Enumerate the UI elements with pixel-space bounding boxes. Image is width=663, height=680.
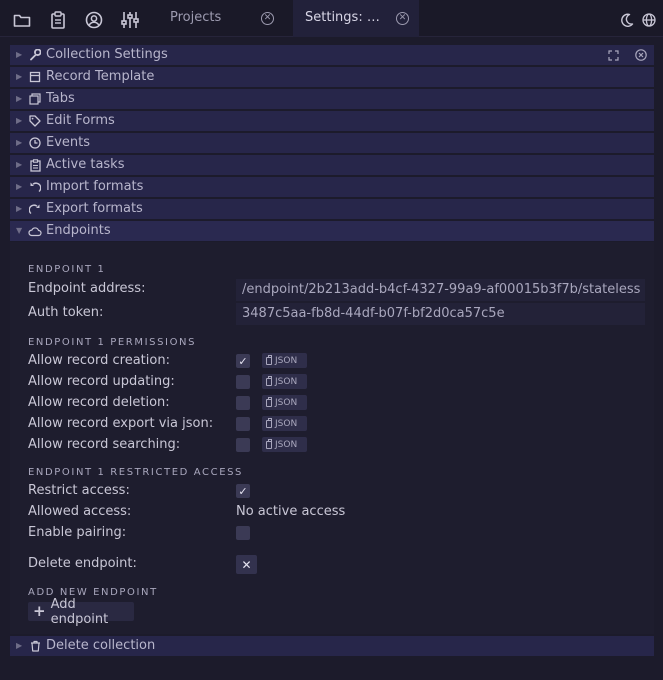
json-button-label: JSON (275, 418, 298, 429)
json-button[interactable]: JSON (262, 353, 307, 368)
section-tabs[interactable]: ▶ Tabs (10, 89, 654, 109)
tag-icon (28, 113, 42, 129)
expand-arrow-icon: ▶ (16, 641, 23, 650)
section-label: Export formats (46, 201, 143, 216)
account-icon[interactable] (85, 11, 103, 29)
tab-projects[interactable]: Projects ✕ (160, 0, 286, 37)
tab-label: Settings: … (305, 10, 380, 25)
section-label: Record Template (46, 69, 155, 84)
expand-arrow-icon: ▶ (16, 160, 23, 169)
cloud-icon (28, 223, 42, 239)
restrict-access-checkbox[interactable]: ✓ (236, 484, 250, 498)
delete-endpoint-label: Delete endpoint: (28, 556, 137, 571)
trash-icon (28, 638, 42, 654)
clipboard-icon (266, 417, 272, 428)
template-icon (28, 69, 42, 85)
json-button-label: JSON (275, 355, 298, 366)
endpoint-address-label: Endpoint address: (28, 281, 146, 296)
permission-label: Allow record updating: (28, 374, 175, 389)
permission-label: Allow record export via json: (28, 416, 214, 431)
json-button[interactable]: JSON (262, 437, 307, 452)
json-button[interactable]: JSON (262, 374, 307, 389)
clipboard-icon[interactable] (49, 11, 67, 29)
allowed-access-label: Allowed access: (28, 504, 132, 519)
restrict-access-label: Restrict access: (28, 483, 130, 498)
permission-checkbox[interactable] (236, 438, 250, 452)
section-import-formats[interactable]: ▶ Import formats (10, 177, 654, 197)
close-icon[interactable] (634, 48, 648, 62)
clipboard-icon (266, 354, 272, 365)
permission-label: Allow record searching: (28, 437, 181, 452)
fullscreen-icon[interactable] (606, 48, 620, 62)
section-label: Delete collection (46, 638, 156, 653)
permission-checkbox[interactable] (236, 375, 250, 389)
endpoint-heading: ENDPOINT 1 (28, 264, 106, 275)
add-endpoint-button[interactable]: + Add endpoint (28, 597, 134, 627)
json-button-label: JSON (275, 397, 298, 408)
permissions-heading: ENDPOINT 1 PERMISSIONS (28, 337, 197, 348)
section-label: Active tasks (46, 157, 125, 172)
permission-checkbox[interactable] (236, 417, 250, 431)
folder-icon[interactable] (13, 11, 31, 29)
clock-icon (28, 135, 42, 151)
expand-arrow-icon: ▶ (16, 50, 23, 59)
clipboard-icon (266, 375, 272, 386)
section-events[interactable]: ▶ Events (10, 133, 654, 153)
clipboard-icon (266, 396, 272, 407)
close-icon[interactable]: ✕ (261, 12, 274, 25)
enable-pairing-label: Enable pairing: (28, 525, 127, 540)
globe-icon[interactable] (640, 11, 658, 29)
expand-arrow-icon: ▶ (16, 72, 23, 81)
plus-icon: + (33, 602, 46, 620)
section-label: Import formats (46, 179, 144, 194)
tab-settings[interactable]: Settings: … ✕ (293, 0, 419, 37)
sliders-icon[interactable] (121, 11, 139, 29)
moon-icon[interactable] (618, 11, 636, 29)
close-icon[interactable]: ✕ (396, 12, 409, 25)
section-label: Events (46, 135, 91, 150)
section-label: Edit Forms (46, 113, 115, 128)
section-edit-forms[interactable]: ▶ Edit Forms (10, 111, 654, 131)
json-button[interactable]: JSON (262, 395, 307, 410)
permission-label: Allow record deletion: (28, 395, 170, 410)
permission-checkbox[interactable] (236, 396, 250, 410)
top-bar: Projects ✕ Settings: … ✕ (0, 0, 663, 37)
section-label: Tabs (46, 91, 75, 106)
clipboard-icon (28, 157, 42, 173)
json-button[interactable]: JSON (262, 416, 307, 431)
section-delete-collection[interactable]: ▶ Delete collection (10, 636, 654, 656)
section-record-template[interactable]: ▶ Record Template (10, 67, 654, 87)
endpoint-address-field[interactable]: /endpoint/2b213add-b4cf-4327-99a9-af0001… (236, 279, 645, 301)
section-endpoints[interactable]: ▼ Endpoints (10, 221, 654, 241)
tab-label: Projects (170, 10, 222, 25)
expand-arrow-icon: ▶ (16, 116, 23, 125)
auth-token-label: Auth token: (28, 305, 104, 320)
import-icon (28, 179, 42, 195)
collapse-arrow-icon: ▼ (16, 226, 23, 235)
permission-label: Allow record creation: (28, 353, 170, 368)
auth-token-field[interactable]: 3487c5aa-fb8d-44df-b07f-bf2d0ca57c5e (236, 303, 645, 325)
tabs-icon (28, 91, 42, 107)
add-endpoint-label: Add endpoint (50, 596, 109, 627)
section-active-tasks[interactable]: ▶ Active tasks (10, 155, 654, 175)
permission-checkbox[interactable]: ✓ (236, 354, 250, 368)
section-label: Collection Settings (46, 47, 168, 62)
section-collection-settings[interactable]: ▶ Collection Settings (10, 45, 654, 65)
enable-pairing-checkbox[interactable] (236, 526, 250, 540)
wrench-icon (28, 47, 42, 63)
section-export-formats[interactable]: ▶ Export formats (10, 199, 654, 219)
section-label: Endpoints (46, 223, 111, 238)
expand-arrow-icon: ▶ (16, 94, 23, 103)
json-button-label: JSON (275, 376, 298, 387)
restricted-access-heading: ENDPOINT 1 RESTRICTED ACCESS (28, 467, 244, 478)
clipboard-icon (266, 438, 272, 449)
allowed-access-value: No active access (236, 504, 346, 519)
delete-endpoint-button[interactable]: ✕ (236, 555, 257, 574)
expand-arrow-icon: ▶ (16, 138, 23, 147)
expand-arrow-icon: ▶ (16, 182, 23, 191)
export-icon (28, 201, 42, 217)
expand-arrow-icon: ▶ (16, 204, 23, 213)
json-button-label: JSON (275, 439, 298, 450)
